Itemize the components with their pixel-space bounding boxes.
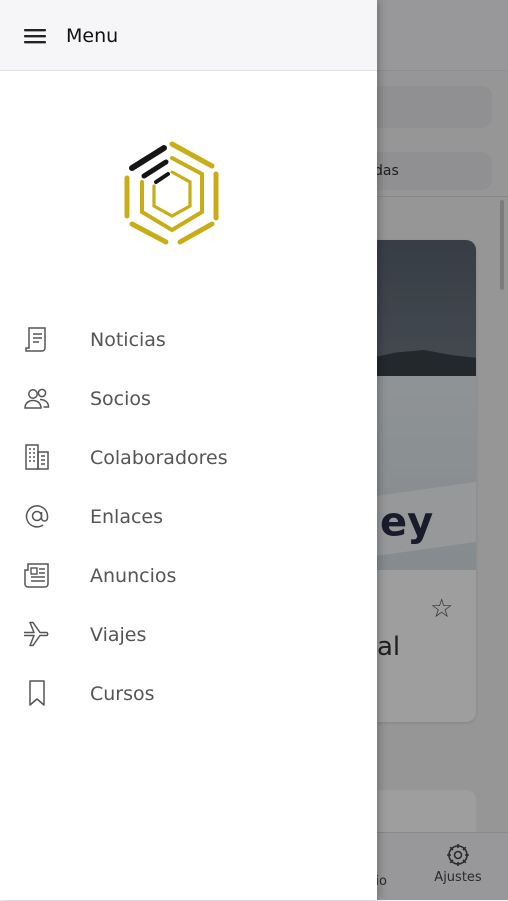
hamburger-menu-icon[interactable]: [20, 22, 52, 50]
nav-item-colaboradores[interactable]: Colaboradores: [0, 428, 377, 487]
nav-item-noticias[interactable]: Noticias: [0, 310, 377, 369]
nav-label-colaboradores: Colaboradores: [90, 447, 228, 469]
news-document-icon: [25, 327, 46, 352]
airplane-icon: [24, 621, 49, 647]
nav-label-cursos: Cursos: [90, 683, 155, 705]
nav-label-viajes: Viajes: [90, 624, 147, 646]
nav-label-socios: Socios: [90, 388, 151, 410]
nav-item-viajes[interactable]: Viajes: [0, 605, 377, 664]
nav-item-anuncios[interactable]: Anuncios: [0, 546, 377, 605]
app-logo: [124, 141, 219, 245]
buildings-icon: [25, 444, 49, 470]
nav-item-cursos[interactable]: Cursos: [0, 664, 377, 723]
nav-label-noticias: Noticias: [90, 329, 166, 351]
people-icon: [24, 388, 50, 409]
drawer-nav-list: Noticias Socios Colaboradores Enlaces An…: [0, 310, 377, 723]
at-sign-icon: [25, 505, 49, 528]
bookmark-icon: [29, 680, 45, 706]
side-drawer: Menu Noticias Socios Colaboradores Enlac…: [0, 0, 377, 900]
drawer-header: Menu: [0, 0, 377, 71]
nav-label-enlaces: Enlaces: [90, 506, 164, 528]
nav-item-enlaces[interactable]: Enlaces: [0, 487, 377, 546]
nav-label-anuncios: Anuncios: [90, 565, 177, 587]
newspaper-icon: [24, 563, 49, 588]
nav-item-socios[interactable]: Socios: [0, 369, 377, 428]
drawer-title: Menu: [66, 25, 119, 47]
